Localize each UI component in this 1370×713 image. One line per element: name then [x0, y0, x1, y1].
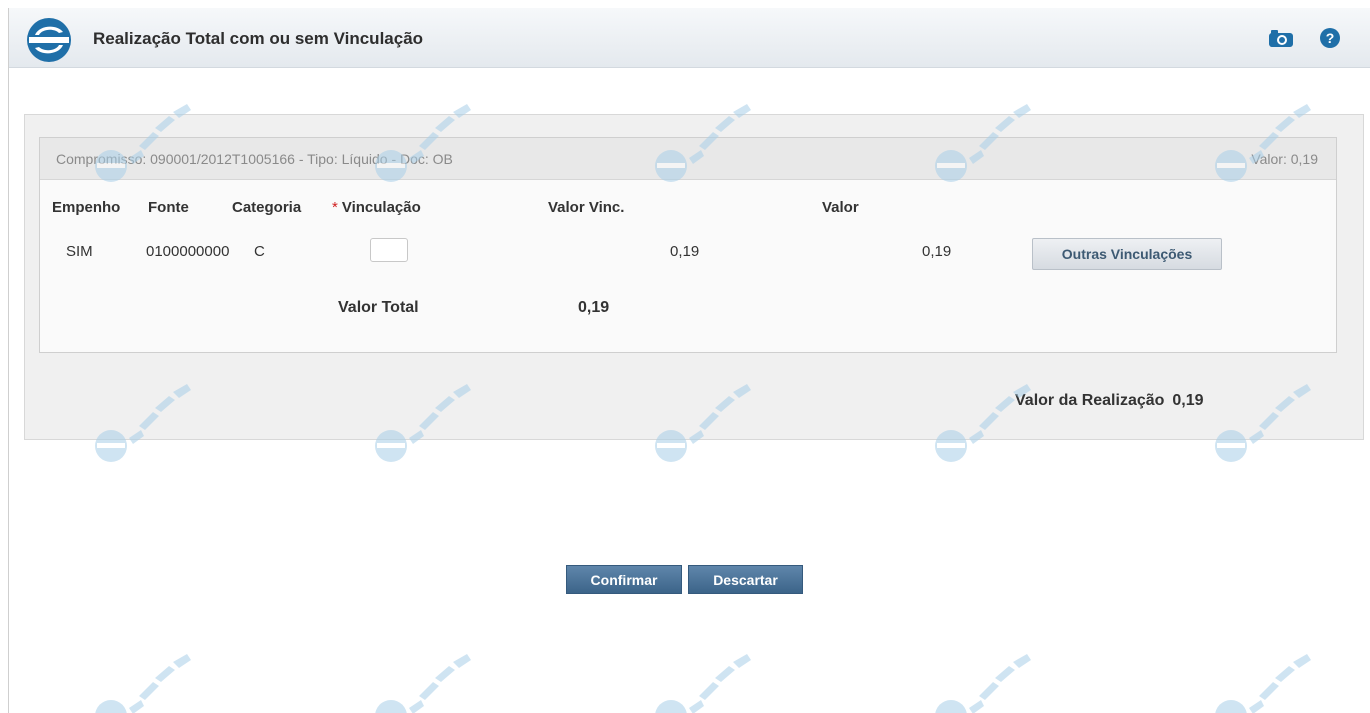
- cell-valor: 0,19: [922, 243, 952, 260]
- realizacao-panel: Compromisso: 090001/2012T1005166 - Tipo:…: [24, 114, 1364, 440]
- vinculacao-label: Vinculação: [341, 199, 421, 216]
- cell-empenho: SIM: [66, 243, 93, 260]
- compromisso-header: Compromisso: 090001/2012T1005166 - Tipo:…: [40, 138, 1336, 180]
- valor-total-value: 0,19: [578, 299, 610, 316]
- watermark-icon: [1215, 654, 1311, 713]
- compromisso-panel: Compromisso: 090001/2012T1005166 - Tipo:…: [39, 137, 1337, 353]
- siafi-logo-icon: [27, 18, 71, 62]
- page-title: Realização Total com ou sem Vinculação: [93, 29, 424, 48]
- column-header-valor-vinc: Valor Vinc.: [548, 199, 625, 216]
- watermark-icon: [935, 654, 1031, 713]
- valor-realizacao-value: 0,19: [1172, 392, 1204, 409]
- cell-fonte: 0100000000: [146, 243, 230, 260]
- outras-vinculacoes-button[interactable]: Outras Vinculações: [1032, 238, 1222, 270]
- camera-icon[interactable]: [1267, 28, 1295, 48]
- valor-realizacao-label: Valor da Realização: [1015, 392, 1165, 409]
- watermark-icon: [95, 654, 191, 713]
- watermark-icon: [655, 654, 751, 713]
- confirm-button[interactable]: Confirmar: [566, 565, 682, 594]
- cell-categoria: C: [254, 243, 265, 260]
- title-bar: Realização Total com ou sem Vinculação ?: [9, 8, 1370, 68]
- column-header-valor: Valor: [822, 199, 859, 216]
- cell-valor-vinc: 0,19: [670, 243, 700, 260]
- column-header-empenho: Empenho: [52, 199, 121, 216]
- watermark-icon: [375, 654, 471, 713]
- help-icon[interactable]: ?: [1319, 27, 1341, 49]
- compromisso-info: Compromisso: 090001/2012T1005166 - Tipo:…: [56, 151, 453, 167]
- vinculacao-input[interactable]: [370, 238, 408, 262]
- column-header-fonte: Fonte: [148, 199, 189, 216]
- valor-realizacao: Valor da Realização 0,19: [1015, 392, 1212, 410]
- svg-text:?: ?: [1326, 30, 1335, 46]
- column-header-vinculacao: * Vinculação: [332, 199, 421, 216]
- discard-button[interactable]: Descartar: [688, 565, 803, 594]
- dialog-window: Realização Total com ou sem Vinculação ?…: [8, 8, 1370, 713]
- valor-total-label: Valor Total: [338, 299, 419, 316]
- compromisso-valor: Valor: 0,19: [1251, 151, 1318, 167]
- column-header-categoria: Categoria: [232, 199, 302, 216]
- required-marker: *: [332, 199, 338, 216]
